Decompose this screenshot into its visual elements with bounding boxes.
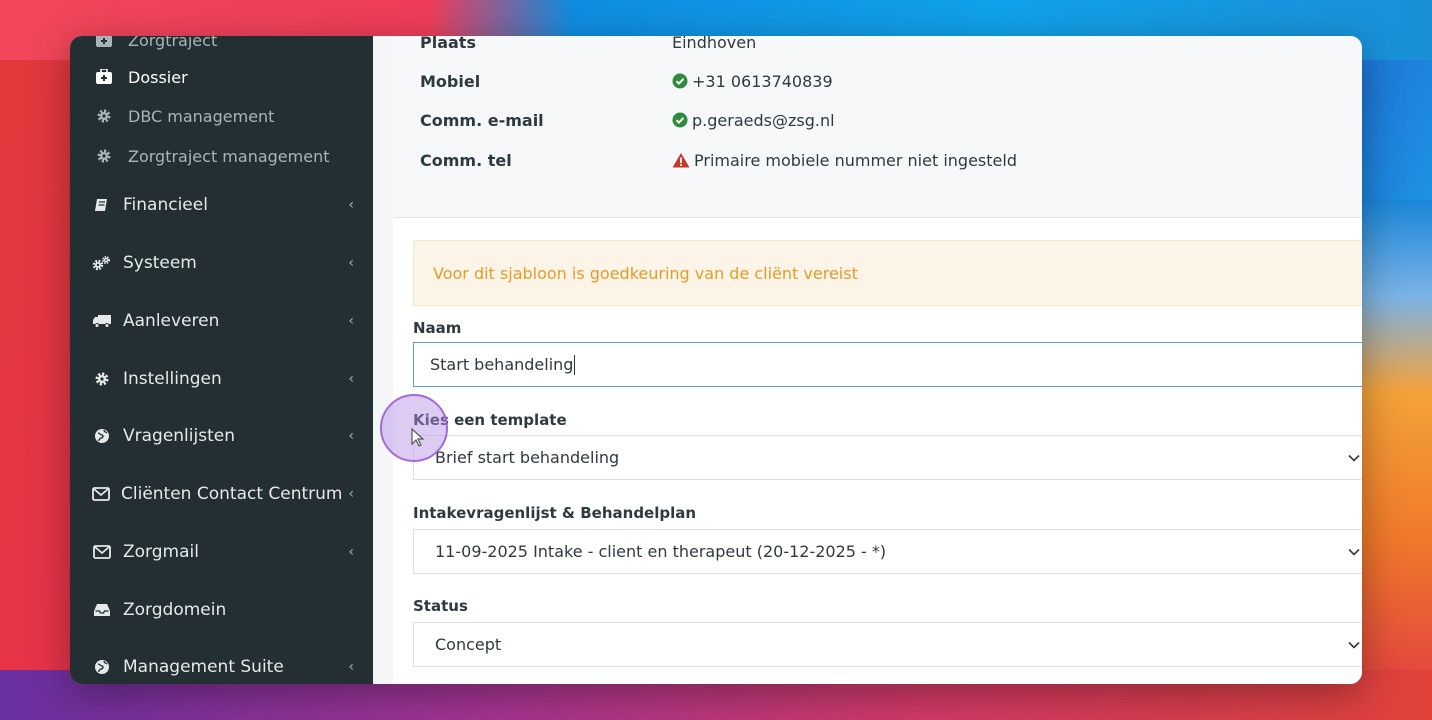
intake-select[interactable]: 11-09-2025 Intake - client en therapeut …	[413, 529, 1362, 574]
gear-icon	[94, 108, 114, 124]
info-value: Eindhoven	[672, 36, 757, 52]
name-input-value: Start behandeling	[430, 355, 574, 374]
sidebar-item-aanleveren[interactable]: Aanleveren ‹	[92, 305, 354, 337]
gear-icon	[92, 371, 112, 387]
chevron-left-icon: ‹	[348, 544, 354, 560]
sidebar-item-label: Financieel	[123, 195, 208, 215]
mouse-cursor-icon	[411, 427, 425, 452]
sidebar-item-zorgdomein[interactable]: Zorgdomein	[92, 594, 354, 626]
gear-icon	[94, 148, 114, 164]
sidebar-item-label: Zorgdomein	[123, 600, 227, 620]
sidebar-item-label: Cliënten Contact Centrum	[121, 484, 343, 504]
medkit-icon	[94, 69, 114, 85]
client-info-card: Plaats Eindhoven Mobiel +31 0613740839 C…	[393, 36, 1362, 218]
sidebar-item-dossier[interactable]: Dossier	[94, 62, 188, 92]
warning-triangle-icon	[672, 152, 690, 168]
sidebar-item-instellingen[interactable]: Instellingen ‹	[92, 363, 354, 395]
info-key: Plaats	[420, 36, 476, 52]
intake-label: Intakevragenlijst & Behandelplan	[413, 504, 697, 522]
info-row-plaats: Plaats Eindhoven	[420, 36, 756, 54]
check-circle-icon	[672, 112, 688, 128]
intake-select-value: 11-09-2025 Intake - client en therapeut …	[435, 542, 887, 561]
envelope-icon	[92, 487, 110, 501]
sidebar-item-zorgtraject-management[interactable]: Zorgtraject management	[94, 141, 329, 171]
medkit-icon	[94, 36, 114, 48]
sidebar-item-zorgmail[interactable]: Zorgmail ‹	[92, 536, 354, 568]
sidebar-item-label: Vragenlijsten	[123, 426, 235, 446]
sidebar-item-label: DBC management	[128, 106, 275, 126]
globe-icon	[92, 659, 112, 675]
sidebar-item-label: Management Suite	[123, 657, 284, 677]
chevron-left-icon: ‹	[348, 255, 354, 271]
info-row-mobiel: Mobiel +31 0613740839	[420, 69, 833, 93]
sidebar-item-dbc-management[interactable]: DBC management	[94, 101, 274, 131]
content-gutter	[373, 36, 393, 684]
app-window: Zorgtraject Dossier DBC management Zorgt…	[70, 36, 1362, 684]
info-row-comm-tel: Comm. tel Primaire mobiele nummer niet i…	[420, 148, 1017, 172]
sidebar-item-label: Aanleveren	[123, 311, 220, 331]
alert-text: Voor dit sjabloon is goedkeuring van de …	[433, 263, 858, 283]
book-icon	[92, 197, 112, 213]
sidebar-item-label: Instellingen	[123, 369, 222, 389]
info-row-comm-email: Comm. e-mail p.geraeds@zsg.nl	[420, 108, 835, 132]
sidebar-item-systeem[interactable]: Systeem ‹	[92, 247, 354, 279]
info-value: Primaire mobiele nummer niet ingesteld	[694, 150, 1017, 170]
chevron-down-icon	[1344, 454, 1362, 462]
status-select-value: Concept	[435, 635, 502, 654]
globe-icon	[92, 428, 112, 444]
check-circle-icon	[672, 73, 688, 89]
chevron-left-icon: ‹	[348, 313, 354, 329]
envelope-icon	[92, 545, 112, 559]
sidebar: Zorgtraject Dossier DBC management Zorgt…	[70, 36, 373, 684]
gears-icon	[92, 255, 112, 271]
status-select[interactable]: Concept	[413, 622, 1362, 667]
chevron-left-icon: ‹	[348, 197, 354, 213]
approval-alert: Voor dit sjabloon is goedkeuring van de …	[413, 240, 1362, 306]
sidebar-item-label: Zorgmail	[123, 542, 199, 562]
main-content: Plaats Eindhoven Mobiel +31 0613740839 C…	[373, 36, 1362, 684]
status-label: Status	[413, 597, 468, 615]
sidebar-item-zorgtraject[interactable]: Zorgtraject	[94, 36, 217, 55]
sidebar-item-label: Dossier	[128, 67, 188, 87]
template-select[interactable]: Brief start behandeling	[413, 435, 1362, 480]
chevron-left-icon: ‹	[348, 371, 354, 387]
info-value: p.geraeds@zsg.nl	[692, 110, 835, 130]
text-caret	[574, 354, 576, 375]
info-key: Mobiel	[420, 71, 481, 91]
chevron-left-icon: ‹	[348, 486, 354, 502]
template-select-value: Brief start behandeling	[435, 448, 620, 467]
sidebar-item-label: Systeem	[123, 253, 197, 273]
chevron-down-icon	[1344, 548, 1362, 556]
chevron-left-icon: ‹	[348, 659, 354, 675]
sidebar-item-clienten-contact-centrum[interactable]: Cliënten Contact Centrum ‹	[92, 478, 354, 510]
sidebar-item-vragenlijsten[interactable]: Vragenlijsten ‹	[92, 420, 354, 452]
info-key: Comm. tel	[420, 150, 512, 170]
inbox-icon	[92, 603, 112, 617]
sidebar-item-financieel[interactable]: Financieel ‹	[92, 189, 354, 221]
sidebar-item-label: Zorgtraject	[128, 36, 218, 50]
sidebar-item-management-suite[interactable]: Management Suite ‹	[92, 651, 354, 683]
chevron-down-icon	[1344, 641, 1362, 649]
chevron-left-icon: ‹	[348, 428, 354, 444]
info-value: +31 0613740839	[692, 71, 833, 91]
sidebar-item-label: Zorgtraject management	[128, 146, 330, 166]
name-input[interactable]: Start behandeling	[413, 342, 1362, 387]
name-label: Naam	[413, 319, 462, 337]
truck-icon	[92, 313, 112, 329]
info-key: Comm. e-mail	[420, 110, 544, 130]
